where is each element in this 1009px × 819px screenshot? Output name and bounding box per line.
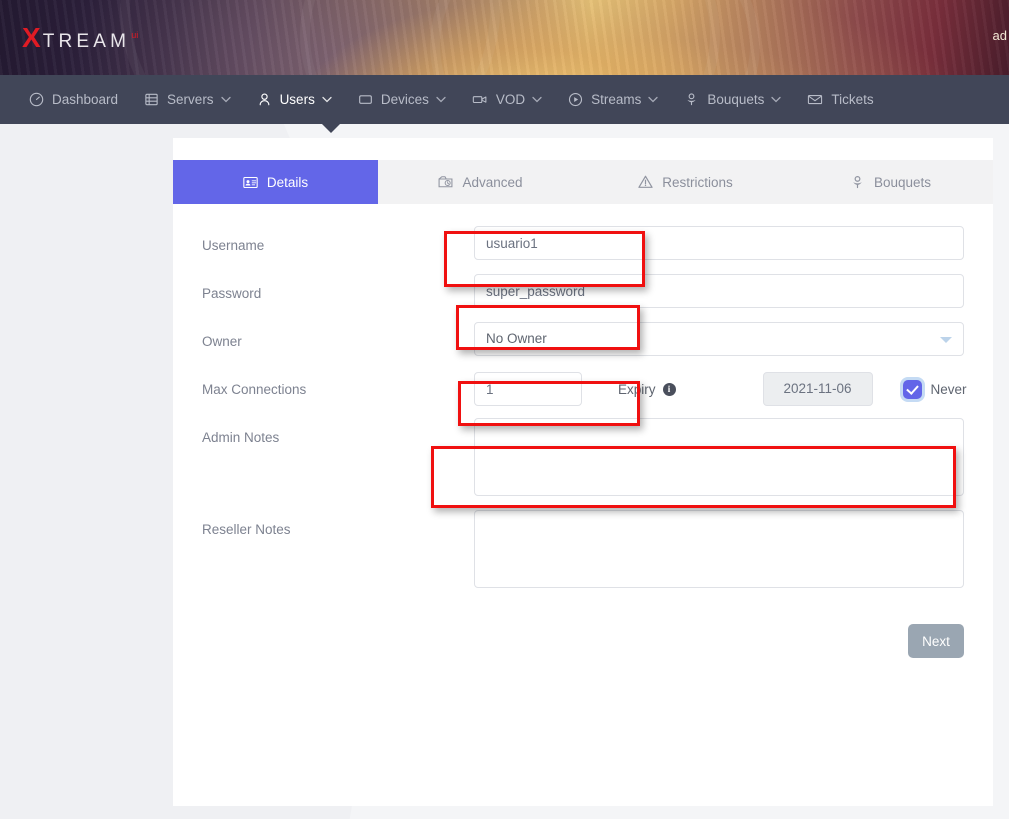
chevron-down-icon <box>322 96 332 103</box>
play-icon <box>568 92 583 107</box>
nav-item-tickets[interactable]: Tickets <box>794 75 886 124</box>
device-icon <box>358 92 373 107</box>
chevron-down-icon <box>648 96 658 103</box>
bouquet-icon <box>684 92 699 107</box>
field-row-max-connections: Max Connections Expiry i 2021-11-06 Neve… <box>202 370 964 418</box>
tab-label-advanced: Advanced <box>462 175 522 190</box>
never-checkbox[interactable] <box>903 380 922 399</box>
tab-bouquets[interactable]: Bouquets <box>788 160 993 204</box>
tab-restrictions[interactable]: Restrictions <box>583 160 788 204</box>
logo-x-mark: X <box>22 24 41 52</box>
field-row-username: Username <box>202 226 964 274</box>
field-row-owner: Owner No Owner <box>202 322 964 370</box>
label-owner: Owner <box>202 322 474 349</box>
expiry-date-field[interactable]: 2021-11-06 <box>763 372 873 406</box>
nav-item-devices[interactable]: Devices <box>345 75 459 124</box>
warning-icon <box>638 175 653 189</box>
tab-label-bouquets: Bouquets <box>874 175 931 190</box>
nav-label-devices: Devices <box>381 92 429 107</box>
chevron-down-icon <box>436 96 446 103</box>
info-icon[interactable]: i <box>663 383 676 396</box>
nav-label-users: Users <box>280 92 315 107</box>
label-reseller-notes: Reseller Notes <box>202 510 474 537</box>
label-max-connections: Max Connections <box>202 370 474 397</box>
user-details-form: Username Password Owner No Owner Max Con… <box>173 204 993 658</box>
tab-label-details: Details <box>267 175 308 190</box>
never-checkbox-group[interactable]: Never <box>903 380 967 399</box>
nav-item-vod[interactable]: VOD <box>459 75 555 124</box>
label-password: Password <box>202 274 474 301</box>
chevron-down-icon <box>940 337 952 343</box>
nav-item-streams[interactable]: Streams <box>555 75 671 124</box>
nav-label-servers: Servers <box>167 92 214 107</box>
logo-superscript: ui <box>131 30 138 40</box>
app-logo[interactable]: X TREAM ui <box>22 24 138 52</box>
nav-item-servers[interactable]: Servers <box>131 75 244 124</box>
nav-item-dashboard[interactable]: Dashboard <box>16 75 131 124</box>
never-checkbox-label: Never <box>931 382 967 397</box>
tab-advanced[interactable]: Advanced <box>378 160 583 204</box>
tab-label-restrictions: Restrictions <box>662 175 733 190</box>
chevron-down-icon <box>221 96 231 103</box>
field-row-reseller-notes: Reseller Notes <box>202 510 964 602</box>
video-icon <box>472 92 488 107</box>
label-admin-notes: Admin Notes <box>202 418 474 445</box>
banner-arc-inner <box>430 0 760 75</box>
bouquet-icon <box>850 175 865 189</box>
settings-icon <box>438 175 453 189</box>
mail-icon <box>807 92 823 107</box>
banner-texture <box>0 0 1009 75</box>
max-connections-controls: Expiry i 2021-11-06 Never <box>474 370 967 408</box>
account-label[interactable]: ad <box>993 28 1007 43</box>
admin-notes-textarea[interactable] <box>474 418 964 496</box>
chevron-down-icon <box>771 96 781 103</box>
chevron-down-icon <box>532 96 542 103</box>
main-navigation: Dashboard Servers Users Devices VOD <box>0 75 1009 124</box>
user-form-card: Details Advanced Restrictions Bouquets U… <box>173 138 993 806</box>
owner-selected-value: No Owner <box>486 331 547 346</box>
next-button[interactable]: Next <box>908 624 964 658</box>
logo-wordmark: TREAM <box>43 32 131 51</box>
gauge-icon <box>29 92 44 107</box>
form-actions: Next <box>202 624 964 658</box>
password-input[interactable] <box>474 274 964 308</box>
nav-label-vod: VOD <box>496 92 525 107</box>
nav-item-users[interactable]: Users <box>244 75 345 124</box>
app-banner: X TREAM ui ad <box>0 0 1009 75</box>
active-nav-caret-icon <box>322 124 340 133</box>
banner-arc-mid <box>300 0 720 75</box>
nav-label-tickets: Tickets <box>831 92 873 107</box>
id-card-icon <box>243 176 258 189</box>
nav-label-streams: Streams <box>591 92 641 107</box>
owner-select[interactable]: No Owner <box>474 322 964 356</box>
expiry-label-group: Expiry i <box>618 382 676 397</box>
nav-item-bouquets[interactable]: Bouquets <box>671 75 794 124</box>
server-icon <box>144 92 159 107</box>
field-row-password: Password <box>202 274 964 322</box>
label-username: Username <box>202 226 474 253</box>
form-tab-bar: Details Advanced Restrictions Bouquets <box>173 160 993 204</box>
banner-arc-left <box>120 0 500 75</box>
reseller-notes-textarea[interactable] <box>474 510 964 588</box>
field-row-admin-notes: Admin Notes <box>202 418 964 510</box>
tab-details[interactable]: Details <box>173 160 378 204</box>
user-icon <box>257 92 272 107</box>
label-expiry: Expiry <box>618 382 656 397</box>
nav-label-bouquets: Bouquets <box>707 92 764 107</box>
username-input[interactable] <box>474 226 964 260</box>
max-connections-input[interactable] <box>474 372 582 406</box>
nav-label-dashboard: Dashboard <box>52 92 118 107</box>
